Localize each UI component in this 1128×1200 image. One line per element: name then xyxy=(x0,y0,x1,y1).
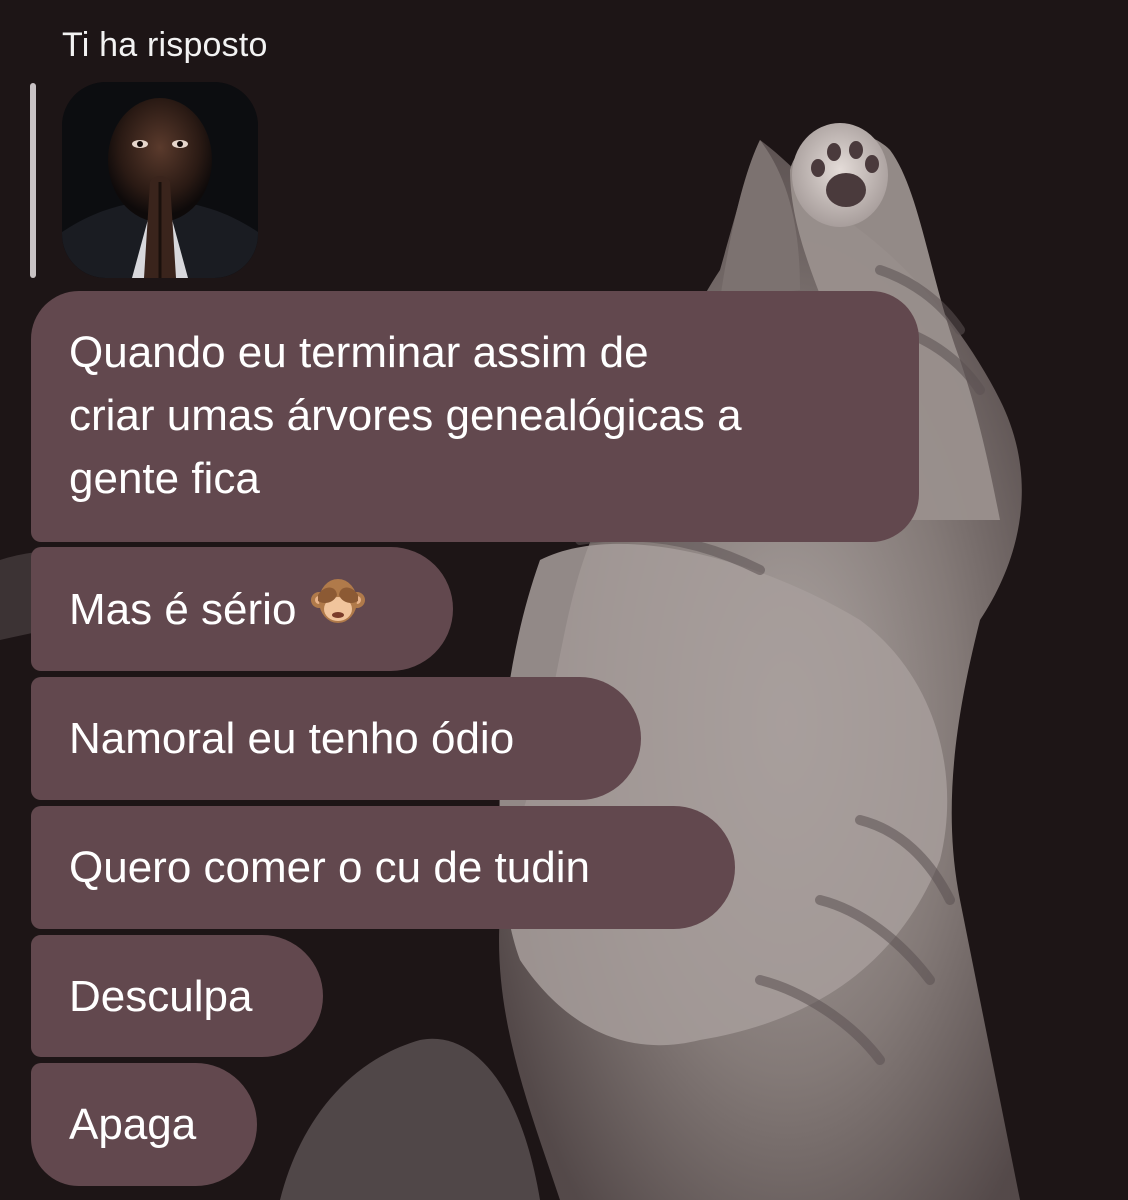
message-text: Namoral eu tenho ódio xyxy=(69,714,515,763)
person-photo-icon xyxy=(62,82,258,278)
replied-media-thumbnail[interactable] xyxy=(62,82,258,278)
message-text-line: criar umas árvores genealógicas a xyxy=(69,391,742,440)
message-text-line: gente fica xyxy=(69,454,260,503)
message-text: Mas é sério xyxy=(69,584,297,634)
reply-indicator-bar xyxy=(30,83,36,278)
message-bubble[interactable]: Desculpa xyxy=(31,935,323,1057)
message-bubble[interactable]: Mas é sério xyxy=(31,547,453,671)
reply-header: Ti ha risposto xyxy=(62,26,268,64)
see-no-evil-monkey-icon xyxy=(310,573,366,646)
message-text: Apaga xyxy=(69,1100,197,1149)
message-bubble[interactable]: Quero comer o cu de tudin xyxy=(31,806,735,929)
message-text: Desculpa xyxy=(69,971,253,1021)
message-bubble[interactable]: Apaga xyxy=(31,1063,257,1186)
message-text-line: Quando eu terminar assim de xyxy=(69,328,649,377)
message-text: Quero comer o cu de tudin xyxy=(69,843,590,892)
message-bubble[interactable]: Quando eu terminar assim de criar umas á… xyxy=(31,291,919,542)
message-bubble[interactable]: Namoral eu tenho ódio xyxy=(31,677,641,800)
